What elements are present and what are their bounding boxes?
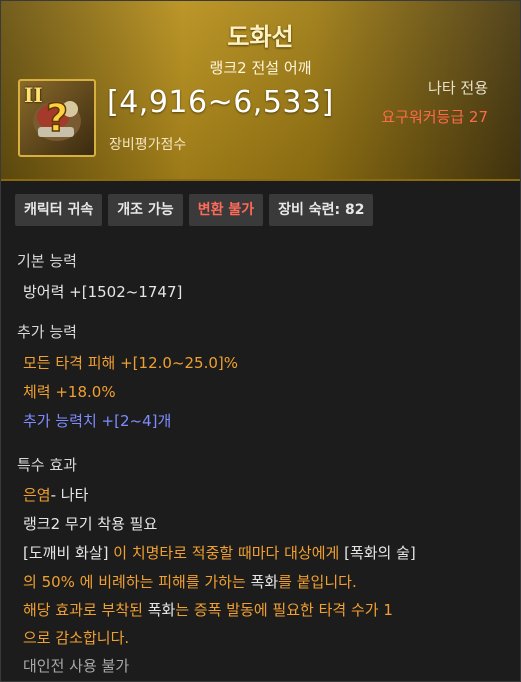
required-level: 요구워커등급 27	[381, 108, 488, 126]
desc-text: 는 증폭 발동에 필요한 타격 수가 1	[175, 601, 393, 619]
gear-score-label: 장비평가점수	[109, 137, 187, 153]
extra-stat-damage: 모든 타격 피해 +[12.0~25.0]%	[23, 354, 238, 372]
skill-ref-explosion-art: [폭화의 술]	[344, 544, 416, 562]
special-desc-line-2: 의 50% 에 비례하는 피해를 가하는 폭화를 붙입니다.	[23, 571, 357, 592]
special-desc-line-1: [도깨비 화살] 이 치명타로 적중할 때마다 대상에게 [폭화의 술]	[23, 542, 416, 563]
keyword-explosion: 폭화	[250, 573, 279, 591]
special-desc-line-4: 으로 감소합니다.	[23, 629, 130, 647]
item-tooltip: 도화선 랭크2 전설 어깨 ? II [4,916~6,533] 장비평가점수 …	[0, 0, 521, 682]
badge-proficiency: 장비 숙련: 82	[269, 194, 374, 226]
item-rank-type: 랭크2 전설 어깨	[209, 59, 312, 77]
special-skill: 은염- 나타	[23, 484, 88, 505]
extra-stats-title: 추가 능력	[17, 323, 77, 341]
badge-modifiable: 개조 가능	[108, 194, 183, 226]
special-skill-class: - 나타	[50, 486, 89, 504]
pvp-restriction: 대인전 사용 불가	[23, 657, 130, 675]
gear-score: [4,916~6,533]	[107, 85, 334, 120]
desc-text: 해당 효과로 부착된	[23, 601, 148, 619]
badge-bound: 캐릭터 귀속	[15, 194, 103, 226]
badge-no-convert: 변환 불가	[188, 194, 264, 226]
skill-ref-dokkaebi-arrow: [도깨비 화살]	[23, 544, 109, 562]
basic-stats-title: 기본 능력	[17, 252, 77, 270]
svg-text:?: ?	[46, 96, 68, 140]
desc-text: 이 치명타로 적중할 때마다 대상에게	[108, 544, 345, 562]
defense-stat: 방어력 +[1502~1747]	[23, 283, 183, 301]
class-restriction: 나타 전용	[428, 79, 488, 97]
item-icon-slot[interactable]: ? II	[18, 79, 96, 157]
desc-text: 를 붙입니다.	[278, 573, 357, 591]
desc-text: 의 50% 에 비례하는 피해를 가하는	[23, 573, 251, 591]
item-name: 도화선	[227, 23, 294, 51]
badge-row: 캐릭터 귀속 개조 가능 변환 불가 장비 숙련: 82	[15, 194, 374, 228]
special-effect-title: 특수 효과	[17, 456, 77, 474]
special-desc-line-3: 해당 효과로 부착된 폭화는 증폭 발동에 필요한 타격 수가 1	[23, 599, 393, 620]
keyword-explosion: 폭화	[147, 601, 176, 619]
special-skill-name: 은염	[23, 486, 51, 504]
extra-stat-hp: 체력 +18.0%	[23, 383, 116, 401]
rank-badge: II	[24, 83, 43, 107]
tooltip-header: 도화선 랭크2 전설 어깨 ? II [4,916~6,533] 장비평가점수 …	[1, 1, 520, 181]
special-requirement: 랭크2 무기 착용 필요	[23, 515, 158, 533]
extra-stat-count: 추가 능력치 +[2~4]개	[23, 412, 172, 430]
